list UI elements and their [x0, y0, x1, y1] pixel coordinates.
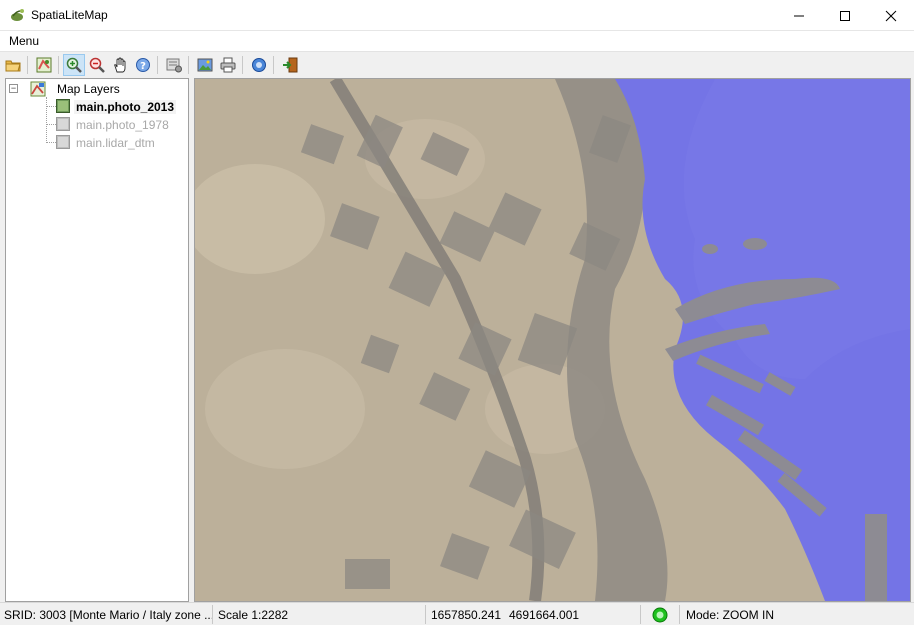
scale-status: Scale 1:2282: [218, 608, 289, 622]
raster-layer-disabled-icon: [56, 117, 70, 131]
maximize-button[interactable]: [822, 0, 868, 31]
raster-layer-disabled-icon: [56, 135, 70, 149]
settings-icon: [166, 58, 182, 73]
status-separator: [425, 605, 426, 624]
toolbar-separator: [242, 56, 243, 74]
close-icon: [885, 10, 897, 21]
minimize-button[interactable]: [776, 0, 822, 31]
menu-bar: Menu: [0, 31, 914, 51]
zoom-out-icon: [89, 57, 105, 73]
close-button[interactable]: [868, 0, 914, 31]
y-coordinate: 4691664.001: [509, 608, 580, 622]
toolbar-separator: [273, 56, 274, 74]
map-canvas[interactable]: [194, 78, 911, 602]
toolbar-separator: [27, 56, 28, 74]
svg-text:?: ?: [140, 61, 146, 72]
layer-label: main.photo_2013: [74, 100, 177, 114]
tree-connector: [46, 124, 56, 125]
map-layers-root-icon: [30, 81, 46, 97]
toolbar-separator: [58, 56, 59, 74]
layer-label: main.photo_1978: [76, 118, 169, 132]
mode-status: Mode: ZOOM IN: [686, 608, 775, 622]
x-coordinate: 1657850.241: [431, 608, 502, 622]
status-indicator-icon: [652, 607, 668, 623]
status-separator: [212, 605, 213, 624]
tree-connector: [46, 97, 47, 143]
zoom-out-button[interactable]: [86, 54, 108, 76]
pan-button[interactable]: [109, 54, 131, 76]
title-bar: SpatiaLiteMap: [0, 0, 914, 31]
export-image-button[interactable]: [194, 54, 216, 76]
app-logo-icon: [11, 9, 24, 21]
maximize-icon: [840, 10, 850, 21]
exit-button[interactable]: [279, 54, 301, 76]
zoom-in-button[interactable]: [63, 54, 85, 76]
print-icon: [220, 57, 236, 73]
window-title: SpatiaLiteMap: [31, 8, 108, 22]
layers-icon: [36, 57, 52, 73]
info-icon: [252, 58, 266, 72]
status-separator: [640, 605, 641, 624]
layers-button[interactable]: [33, 54, 55, 76]
toolbar-separator: [157, 56, 158, 74]
open-folder-icon: [5, 60, 21, 72]
status-bar: SRID: 3003 [Monte Mario / Italy zone ...…: [0, 602, 914, 625]
info-button[interactable]: [248, 54, 270, 76]
pan-hand-icon: [114, 57, 126, 73]
zoom-in-icon: [66, 57, 82, 73]
tree-connector: [46, 142, 56, 143]
srid-status: SRID: 3003 [Monte Mario / Italy zone ...: [4, 608, 215, 622]
raster-layer-icon: [56, 99, 70, 113]
aerial-photo-raster: [195, 79, 910, 601]
status-separator: [679, 605, 680, 624]
exit-icon: [283, 57, 298, 73]
tree-collapse-toggle[interactable]: −: [9, 84, 18, 93]
identify-icon: ?: [136, 58, 150, 72]
menu-item-menu[interactable]: Menu: [9, 34, 39, 48]
print-button[interactable]: [217, 54, 239, 76]
layers-panel: − Map Layers main.photo_2013 main.photo_…: [5, 78, 189, 602]
tree-root-label[interactable]: Map Layers: [57, 82, 120, 96]
settings-button[interactable]: [163, 54, 185, 76]
export-image-icon: [197, 58, 213, 72]
tree-connector: [46, 106, 56, 107]
toolbar: ?: [0, 51, 914, 78]
open-button[interactable]: [2, 54, 24, 76]
minimize-icon: [794, 15, 804, 16]
layer-label: main.lidar_dtm: [76, 136, 155, 150]
toolbar-separator: [188, 56, 189, 74]
identify-button[interactable]: ?: [132, 54, 154, 76]
